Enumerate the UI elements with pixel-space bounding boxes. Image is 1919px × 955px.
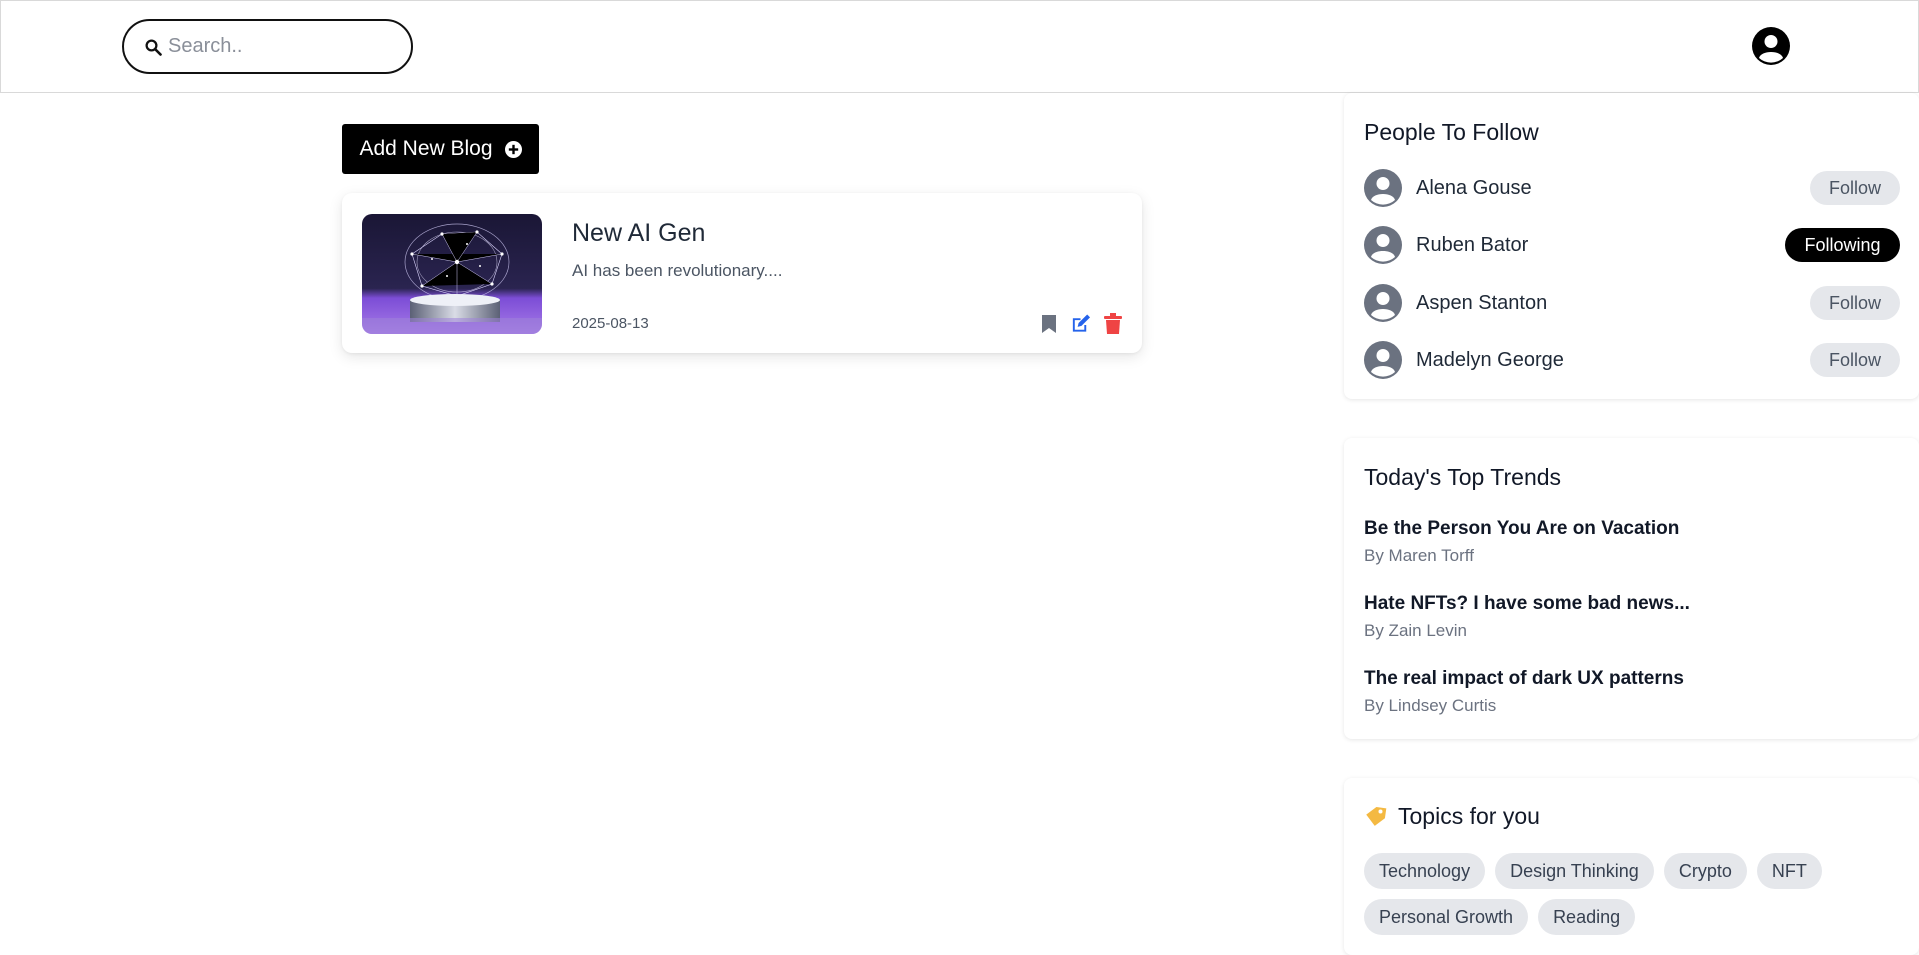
avatar-icon (1364, 284, 1402, 322)
follow-row: Aspen Stanton Follow (1364, 283, 1900, 323)
blog-card[interactable]: New AI Gen AI has been revolutionary....… (342, 193, 1142, 353)
search-bar[interactable] (122, 19, 413, 74)
avatar-icon (1364, 226, 1402, 264)
follow-button[interactable]: Follow (1810, 343, 1900, 377)
follow-row: Madelyn George Follow (1364, 340, 1900, 380)
topic-tag[interactable]: Crypto (1663, 853, 1747, 889)
trend-item[interactable]: Be the Person You Are on Vacation By Mar… (1364, 518, 1679, 566)
top-trends-title: Today's Top Trends (1364, 464, 1562, 490)
topic-tag[interactable]: Technology (1364, 853, 1486, 889)
follow-row: Ruben Bator Following (1364, 225, 1900, 265)
trend-title[interactable]: The real impact of dark UX patterns (1364, 668, 1684, 690)
blog-title[interactable]: New AI Gen (572, 219, 705, 248)
blog-excerpt: AI has been revolutionary.... (572, 261, 783, 280)
follow-button[interactable]: Follow (1810, 286, 1900, 320)
follow-row: Alena Gouse Follow (1364, 168, 1900, 208)
bookmark-icon[interactable] (1041, 314, 1057, 334)
top-trends-panel: Today's Top Trends Be the Person You Are… (1344, 438, 1919, 739)
trend-item[interactable]: Hate NFTs? I have some bad news... By Za… (1364, 593, 1690, 641)
following-button[interactable]: Following (1785, 228, 1900, 262)
trend-title[interactable]: Be the Person You Are on Vacation (1364, 518, 1679, 540)
trend-author: By Maren Torff (1364, 546, 1474, 565)
topic-tag[interactable]: Reading (1538, 899, 1636, 935)
trash-icon[interactable] (1104, 313, 1122, 334)
topics-panel: Topics for you Technology Design Thinkin… (1344, 778, 1919, 955)
trend-item[interactable]: The real impact of dark UX patterns By L… (1364, 668, 1684, 716)
edit-icon[interactable] (1070, 313, 1091, 334)
profile-button[interactable] (1752, 27, 1790, 65)
search-input[interactable] (168, 35, 398, 58)
blog-actions (1041, 313, 1122, 334)
blog-thumbnail (362, 214, 542, 334)
person-name[interactable]: Aspen Stanton (1416, 292, 1810, 315)
user-circle-icon (1752, 27, 1790, 69)
blog-date: 2025-08-13 (572, 315, 649, 332)
avatar-icon (1364, 169, 1402, 207)
search-icon (144, 38, 162, 56)
people-to-follow-panel: People To Follow Alena Gouse Follow Rube… (1344, 93, 1919, 399)
trend-title[interactable]: Hate NFTs? I have some bad news... (1364, 593, 1690, 615)
person-name[interactable]: Alena Gouse (1416, 177, 1810, 200)
add-blog-label: Add New Blog (359, 137, 493, 160)
topics-title: Topics for you (1398, 803, 1540, 829)
trend-author: By Zain Levin (1364, 621, 1467, 640)
topic-tag[interactable]: Personal Growth (1364, 899, 1529, 935)
topic-tags: Technology Design Thinking Crypto NFT Pe… (1364, 853, 1904, 935)
follow-button[interactable]: Follow (1810, 171, 1900, 205)
top-header (0, 0, 1919, 93)
avatar-icon (1364, 341, 1402, 379)
topic-tag[interactable]: NFT (1756, 853, 1822, 889)
add-new-blog-button[interactable]: Add New Blog (342, 124, 539, 174)
trend-author: By Lindsey Curtis (1364, 696, 1497, 715)
people-to-follow-title: People To Follow (1364, 119, 1539, 145)
person-name[interactable]: Madelyn George (1416, 349, 1810, 372)
tag-icon (1364, 805, 1388, 829)
plus-circle-icon (504, 140, 522, 158)
topics-header: Topics for you (1364, 803, 1540, 830)
topic-tag[interactable]: Design Thinking (1495, 853, 1654, 889)
person-name[interactable]: Ruben Bator (1416, 234, 1785, 257)
